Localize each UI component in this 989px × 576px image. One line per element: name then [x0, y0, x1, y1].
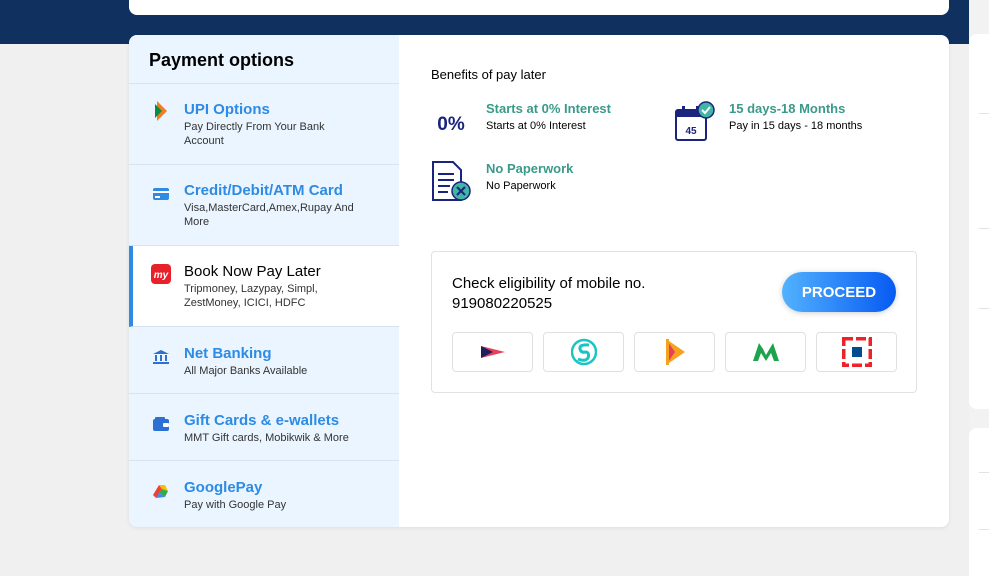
bank-icon [151, 347, 171, 367]
benefit-heading: Starts at 0% Interest [486, 101, 611, 116]
simpl-logo [543, 332, 624, 372]
right-side-card [969, 428, 989, 576]
eligibility-box: Check eligibility of mobile no. 91908022… [431, 251, 917, 393]
benefit-heading: 15 days-18 Months [729, 101, 846, 116]
sidebar-item-label: Book Now Pay Later [184, 263, 321, 280]
tripmoney-logo [452, 332, 533, 372]
eligibility-label: Check eligibility of mobile no. [452, 275, 646, 292]
eligibility-text: Check eligibility of mobile no. 91908022… [452, 274, 645, 314]
sidebar-item-label: Gift Cards & e-wallets [184, 412, 340, 429]
hdfc-logo [816, 332, 897, 372]
payment-options-sidebar: Payment options UPI Options Pay Directly… [129, 35, 399, 527]
sidebar-item-sub: MMT Gift cards, Mobikwik & More [184, 432, 349, 444]
mobile-number: 919080220525 [452, 295, 553, 312]
benefit-description: Pay in 15 days - 18 months [729, 120, 863, 132]
sidebar-item-card[interactable]: Credit/Debit/ATM Card Visa,MasterCard,Am… [129, 165, 399, 246]
right-side-card [969, 34, 989, 409]
sidebar-title: Payment options [129, 35, 399, 84]
googlepay-icon [151, 481, 171, 501]
divider [979, 529, 989, 530]
svg-text:45: 45 [685, 126, 697, 137]
no-paperwork-icon [431, 161, 473, 203]
sidebar-item-upi[interactable]: UPI Options Pay Directly From Your Bank … [129, 84, 399, 165]
pay-later-content: Benefits of pay later 0% Starts at 0% In… [399, 35, 949, 527]
sidebar-item-label: UPI Options [184, 101, 270, 118]
sidebar-item-sub: Tripmoney, Lazypay, Simpl, ZestMoney, IC… [184, 283, 318, 309]
benefit-heading: No Paperwork [486, 161, 574, 176]
zestmoney-logo [725, 332, 806, 372]
benefits-title: Benefits of pay later [431, 67, 546, 82]
sidebar-item-gift-cards[interactable]: Gift Cards & e-wallets MMT Gift cards, M… [129, 394, 399, 461]
divider [979, 228, 989, 229]
lazypay-logo [634, 332, 715, 372]
svg-text:my: my [154, 270, 169, 281]
mmt-icon: my [151, 264, 171, 284]
sidebar-item-label: Credit/Debit/ATM Card [184, 182, 343, 199]
sidebar-item-label: GooglePay [184, 479, 263, 496]
sidebar-item-sub: Pay Directly From Your Bank Account [184, 121, 325, 147]
sidebar-item-book-now-pay-later[interactable]: my Book Now Pay Later Tripmoney, Lazypay… [129, 246, 399, 327]
benefit-description: No Paperwork [486, 180, 556, 192]
wallet-icon [151, 414, 171, 434]
sidebar-item-sub: Visa,MasterCard,Amex,Rupay And More [184, 202, 354, 228]
svg-text:0%: 0% [437, 114, 465, 135]
sidebar-item-net-banking[interactable]: Net Banking All Major Banks Available [129, 327, 399, 394]
sidebar-item-sub: All Major Banks Available [184, 365, 308, 377]
partner-logos [452, 332, 897, 372]
divider [979, 308, 989, 309]
benefit-description: Starts at 0% Interest [486, 120, 586, 132]
upi-icon [151, 101, 171, 121]
sidebar-item-sub: Pay with Google Pay [184, 499, 287, 511]
payment-card: Payment options UPI Options Pay Directly… [129, 35, 949, 527]
zero-percent-icon: 0% [431, 101, 473, 143]
calendar-check-icon: 45 [674, 101, 716, 143]
top-card [129, 0, 949, 15]
sidebar-item-label: Net Banking [184, 345, 272, 362]
proceed-button[interactable]: PROCEED [782, 272, 896, 312]
divider [979, 472, 989, 473]
divider [979, 113, 989, 114]
sidebar-item-googlepay[interactable]: GooglePay Pay with Google Pay [129, 461, 399, 527]
card-icon [151, 184, 171, 204]
